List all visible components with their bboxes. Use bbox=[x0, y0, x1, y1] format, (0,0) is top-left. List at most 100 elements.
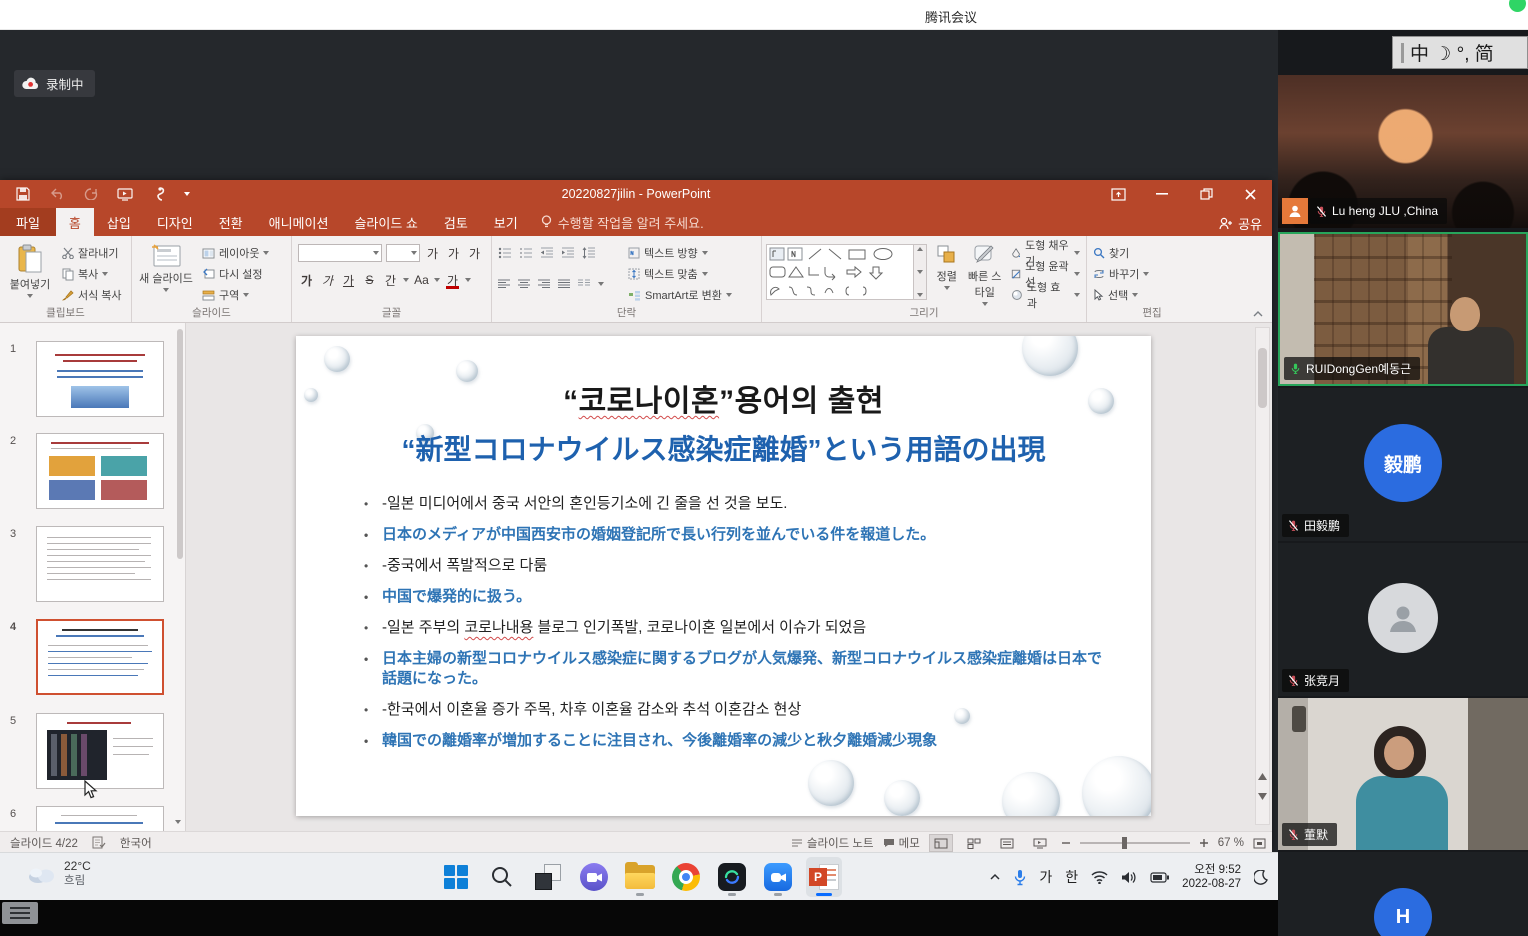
tray-expand-icon[interactable] bbox=[989, 873, 1001, 881]
ime-mode-indicator[interactable]: 가 bbox=[1039, 867, 1052, 887]
change-case-dropdown-icon[interactable] bbox=[434, 278, 440, 282]
align-right-button[interactable] bbox=[538, 279, 551, 290]
restore-button[interactable] bbox=[1184, 180, 1228, 208]
zoom-out-button[interactable] bbox=[1061, 838, 1071, 848]
tab-review[interactable]: 검토 bbox=[431, 208, 481, 236]
spellcheck-icon[interactable] bbox=[92, 836, 106, 849]
shapes-gallery[interactable] bbox=[766, 240, 927, 306]
slide-scrollbar[interactable] bbox=[1255, 327, 1270, 825]
shape-effects-button[interactable]: 도형 효과 bbox=[1009, 285, 1082, 305]
weather-widget[interactable]: 22°C 흐림 bbox=[26, 859, 91, 889]
redo-button[interactable] bbox=[82, 186, 100, 202]
slide-thumbnail-1[interactable] bbox=[36, 341, 164, 417]
meeting-toolbar-handle[interactable] bbox=[2, 902, 38, 924]
shape-fill-dropdown-icon[interactable] bbox=[1074, 251, 1080, 255]
shapes-scroll-down-icon[interactable] bbox=[917, 270, 923, 274]
text-direction-dropdown-icon[interactable] bbox=[702, 251, 708, 255]
normal-view-button[interactable] bbox=[929, 834, 953, 852]
slide-thumbnail-panel[interactable]: 1 2 bbox=[0, 323, 186, 831]
bullets-button[interactable] bbox=[498, 247, 512, 259]
change-case-button[interactable]: Aa bbox=[413, 271, 430, 289]
tab-file[interactable]: 파일 bbox=[0, 208, 56, 236]
participant-tile-1[interactable]: Lu heng JLU ,China bbox=[1278, 75, 1528, 228]
align-center-button[interactable] bbox=[518, 279, 531, 290]
undo-button[interactable] bbox=[48, 186, 66, 202]
increase-indent-button[interactable] bbox=[561, 247, 575, 259]
line-spacing-button[interactable] bbox=[582, 247, 596, 259]
underline-button[interactable]: 가 bbox=[340, 271, 357, 289]
arrange-dropdown-icon[interactable] bbox=[944, 286, 950, 290]
justify-button[interactable] bbox=[558, 279, 571, 290]
voov-meeting-button[interactable] bbox=[760, 857, 796, 897]
bold-button[interactable]: 가 bbox=[298, 271, 315, 289]
participant-tile-6[interactable]: H bbox=[1278, 852, 1528, 936]
shrink-font-button[interactable]: 가 bbox=[445, 244, 462, 262]
format-painter-button[interactable]: 서식 복사 bbox=[60, 285, 124, 305]
save-button[interactable] bbox=[14, 186, 32, 202]
tell-me-box[interactable]: 수행할 작업을 알려 주세요. bbox=[531, 208, 714, 236]
quick-styles-button[interactable]: 빠른 스타일 bbox=[966, 240, 1003, 306]
zoom-level[interactable]: 67 % bbox=[1218, 837, 1244, 849]
tab-design[interactable]: 디자인 bbox=[144, 208, 206, 236]
reading-view-button[interactable] bbox=[995, 834, 1019, 852]
wifi-icon[interactable] bbox=[1091, 871, 1108, 884]
minimize-button[interactable] bbox=[1140, 180, 1184, 208]
align-text-button[interactable]: 텍스트 맞춤 bbox=[626, 264, 734, 284]
current-slide[interactable]: “코로나이혼”용어의 출현 “新型コロナウイルス感染症離婚”という用語の出現 -… bbox=[296, 336, 1151, 816]
thumbnail-scroll-down-icon[interactable] bbox=[171, 815, 185, 829]
comments-toggle[interactable]: 메모 bbox=[883, 835, 920, 851]
shape-effects-dropdown-icon[interactable] bbox=[1074, 293, 1080, 297]
start-slideshow-button[interactable] bbox=[116, 186, 134, 202]
shapes-more-icon[interactable] bbox=[917, 293, 923, 297]
tab-view[interactable]: 보기 bbox=[481, 208, 531, 236]
next-slide-button[interactable] bbox=[1256, 788, 1269, 804]
start-button[interactable] bbox=[438, 857, 474, 897]
font-size-box[interactable] bbox=[386, 244, 420, 262]
recording-badge[interactable]: 录制中 bbox=[14, 70, 95, 97]
battery-icon[interactable] bbox=[1150, 872, 1169, 883]
search-button[interactable] bbox=[484, 857, 520, 897]
zoom-slider[interactable] bbox=[1080, 842, 1190, 844]
tab-slideshow[interactable]: 슬라이드 쇼 bbox=[341, 208, 430, 236]
scrollbar-thumb[interactable] bbox=[1258, 348, 1267, 408]
replace-dropdown-icon[interactable] bbox=[1143, 272, 1149, 276]
night-mode-moon-icon[interactable] bbox=[1254, 870, 1268, 885]
columns-dropdown-icon[interactable] bbox=[598, 282, 604, 286]
section-dropdown-icon[interactable] bbox=[243, 293, 249, 297]
ime-language-indicator[interactable]: 한 bbox=[1065, 867, 1078, 887]
notes-toggle[interactable]: 슬라이드 노트 bbox=[791, 835, 874, 851]
cut-button[interactable]: 잘라내기 bbox=[60, 243, 124, 263]
fit-slide-button[interactable] bbox=[1253, 838, 1266, 849]
ime-toolbar[interactable]: 中 ☽ °, 简 bbox=[1392, 36, 1528, 69]
zoom-in-button[interactable] bbox=[1199, 838, 1209, 848]
participant-tile-5[interactable]: 董默 bbox=[1278, 698, 1528, 850]
close-button[interactable] bbox=[1228, 180, 1272, 208]
tab-animations[interactable]: 애니메이션 bbox=[256, 208, 342, 236]
participant-tile-4[interactable]: 张竞月 bbox=[1278, 543, 1528, 696]
italic-button[interactable]: 가 bbox=[319, 271, 336, 289]
char-spacing-dropdown-icon[interactable] bbox=[403, 278, 409, 282]
align-left-button[interactable] bbox=[498, 279, 511, 290]
powerpoint-button[interactable]: P bbox=[806, 857, 842, 897]
paste-button[interactable]: 붙여넣기 bbox=[4, 240, 56, 306]
new-slide-dropdown-icon[interactable] bbox=[163, 288, 169, 292]
new-slide-button[interactable]: 새 슬라이드 bbox=[136, 240, 196, 306]
tab-transitions[interactable]: 전환 bbox=[206, 208, 256, 236]
ink-tools-button[interactable] bbox=[150, 186, 168, 202]
slide-thumbnail-3[interactable] bbox=[36, 526, 164, 602]
arrange-button[interactable]: 정렬 bbox=[931, 240, 962, 306]
collapse-ribbon-button[interactable] bbox=[1252, 310, 1264, 318]
replace-button[interactable]: 바꾸기 bbox=[1091, 264, 1151, 284]
decrease-indent-button[interactable] bbox=[540, 247, 554, 259]
align-text-dropdown-icon[interactable] bbox=[702, 272, 708, 276]
tab-home[interactable]: 홈 bbox=[56, 208, 94, 236]
font-name-box[interactable] bbox=[298, 244, 382, 262]
layout-dropdown-icon[interactable] bbox=[263, 251, 269, 255]
slideshow-view-button[interactable] bbox=[1028, 834, 1052, 852]
slide-sorter-view-button[interactable] bbox=[962, 834, 986, 852]
strikethrough-button[interactable]: S bbox=[361, 271, 378, 289]
shapes-scrollbar[interactable] bbox=[914, 244, 927, 300]
zoom-slider-knob[interactable] bbox=[1122, 837, 1127, 849]
select-dropdown-icon[interactable] bbox=[1132, 293, 1138, 297]
slide-thumbnail-6[interactable] bbox=[36, 806, 164, 831]
